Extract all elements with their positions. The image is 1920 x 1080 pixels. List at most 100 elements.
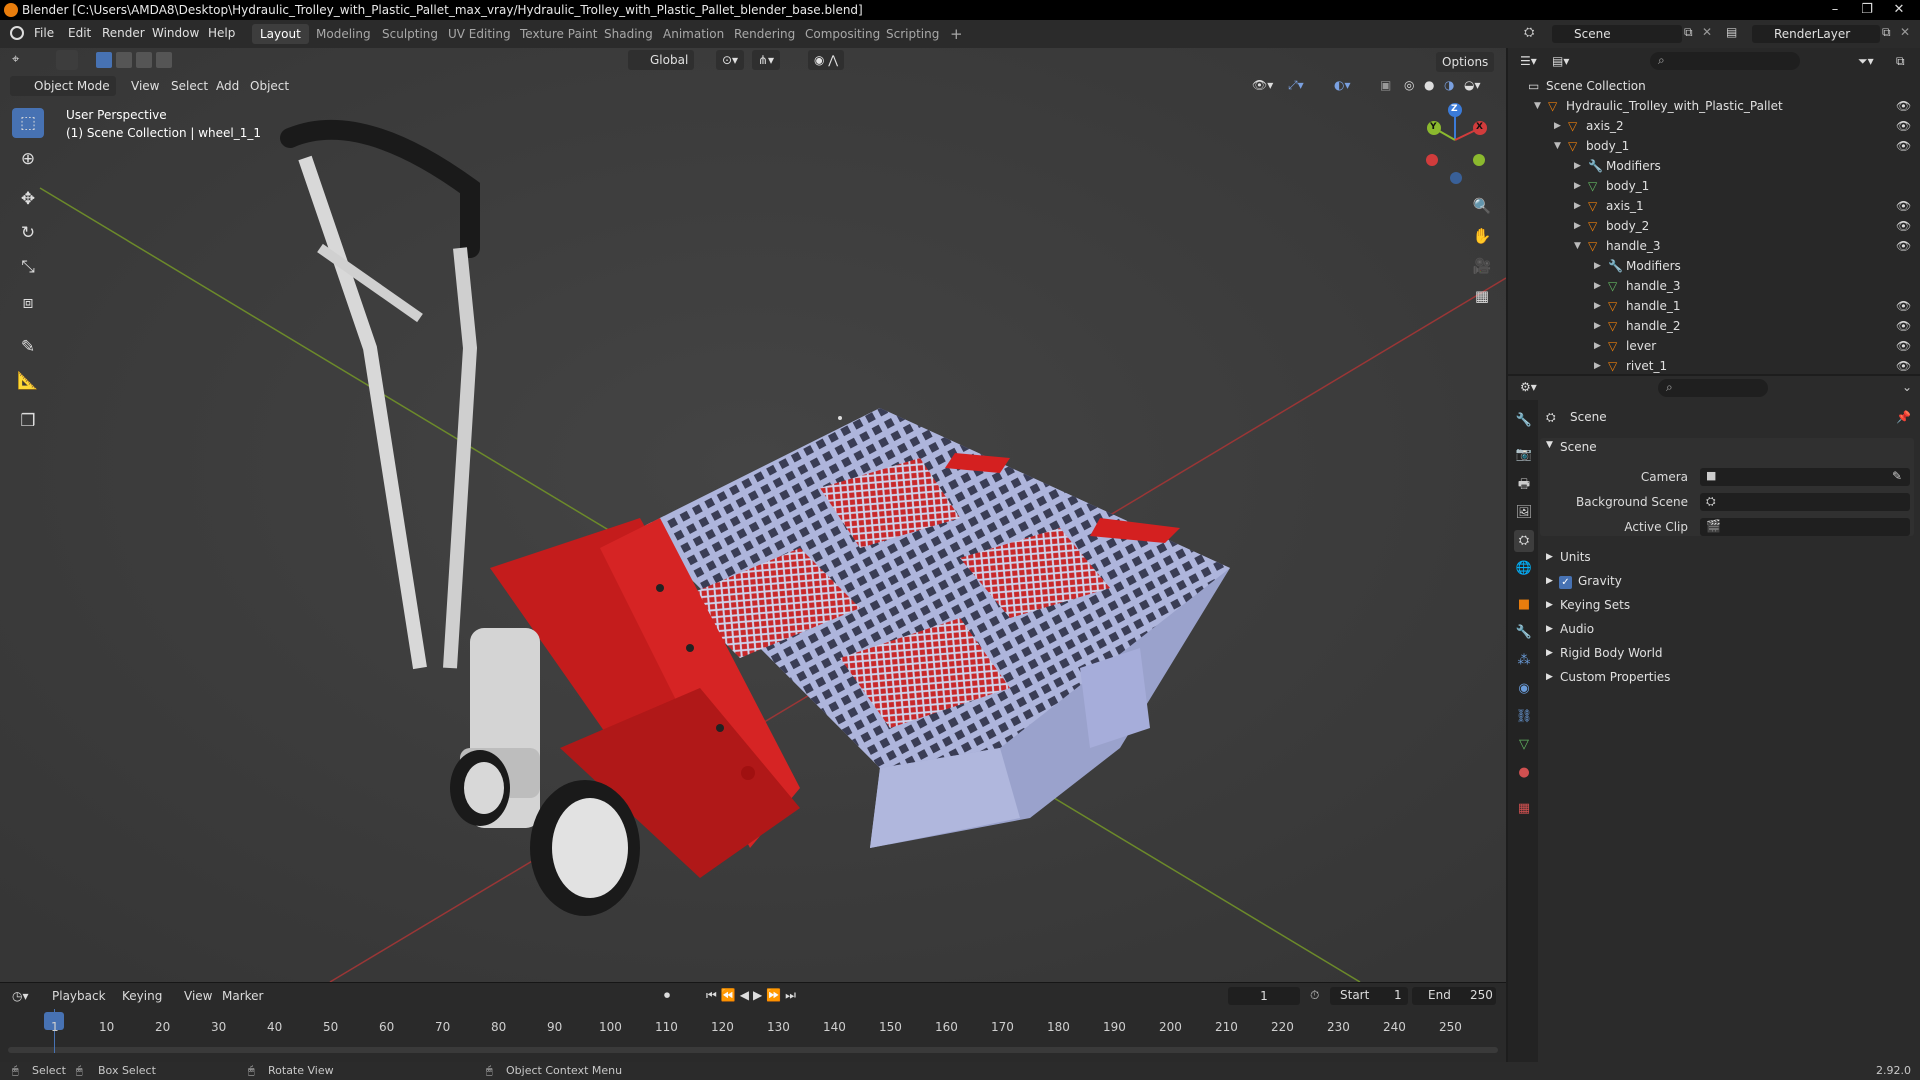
close-icon[interactable]: ✕ [1884,0,1914,20]
annotate-tool-icon[interactable]: ✎ [12,332,44,362]
tab-animation[interactable]: Animation [655,24,732,44]
pin-icon[interactable]: 📌 [1896,410,1911,424]
gizmo-toggle-icon[interactable]: ⤢▾ [1288,78,1304,93]
outliner-row[interactable]: ▶ ▽ body_1 [1508,176,1920,196]
timeline-editor-icon[interactable]: ◷▾ [12,989,29,1003]
select-tool-icon[interactable]: ⬚ [12,108,44,138]
scale-tool-icon[interactable]: ⤡ [12,252,44,282]
expand-right-icon[interactable]: ▶ [1574,156,1581,176]
tab-compositing[interactable]: Compositing [797,24,888,44]
tab-uv-editing[interactable]: UV Editing [440,24,519,44]
rigid-body-world-section[interactable]: Rigid Body World [1560,646,1663,660]
collapse-icon[interactable]: ▶ [1546,672,1553,682]
add-cube-tool-icon[interactable]: ❒ [12,406,44,436]
outliner-row[interactable]: ▶ ▽ handle_1 👁 [1508,296,1920,316]
select-subtract-icon[interactable] [136,52,152,68]
collapse-icon[interactable]: ▶ [1546,552,1553,562]
display-mode-icon[interactable]: ▤▾ [1552,54,1569,68]
scene-panel-title[interactable]: Scene [1560,440,1597,454]
expand-right-icon[interactable]: ▶ [1594,316,1601,336]
tab-scripting[interactable]: Scripting [878,24,947,44]
gravity-checkbox[interactable]: ✓ [1559,576,1572,589]
expand-right-icon[interactable]: ▶ [1574,216,1581,236]
measure-tool-icon[interactable]: 📐 [12,366,44,396]
texture-tab-icon[interactable]: ▦ [1514,798,1534,820]
timeline-scrollbar[interactable] [8,1047,1498,1053]
visibility-eye-icon[interactable]: 👁 [1896,216,1911,236]
properties-editor-icon[interactable]: ⚙▾ [1520,380,1537,394]
solid-shading-icon[interactable]: ● [1424,78,1434,92]
filter-icon[interactable]: ⏷▾ [1858,54,1874,69]
expand-right-icon[interactable]: ▶ [1594,356,1601,376]
wireframe-shading-icon[interactable]: ◎ [1404,78,1414,92]
visibility-eye-icon[interactable]: 👁 [1896,96,1911,116]
zoom-icon[interactable]: 🔍 [1468,192,1496,220]
custom-properties-section[interactable]: Custom Properties [1560,670,1670,684]
tab-sculpting[interactable]: Sculpting [374,24,446,44]
expand-down-icon[interactable]: ▼ [1534,96,1541,116]
tab-shading[interactable]: Shading [596,24,661,44]
camera-view-icon[interactable]: 🎥 [1468,252,1496,280]
visibility-eye-icon[interactable]: 👁 [1896,356,1911,376]
menu-view-timeline[interactable]: View [184,989,212,1003]
expand-right-icon[interactable]: ▶ [1574,196,1581,216]
menu-keying[interactable]: Keying [122,989,162,1003]
visibility-eye-icon[interactable]: 👁 [1896,296,1911,316]
data-tab-icon[interactable]: ▽ [1514,734,1534,756]
menu-file[interactable]: File [34,26,54,40]
outliner-row[interactable]: ▼ ▽ handle_3 👁 [1508,236,1920,256]
move-tool-icon[interactable]: ✥ [12,184,44,214]
visibility-eye-icon[interactable]: 👁 [1896,336,1911,356]
outliner-row[interactable]: ▶ ▽ handle_3 [1508,276,1920,296]
collapse-icon[interactable]: ▶ [1546,624,1553,634]
constraints-tab-icon[interactable]: ⛓ [1514,706,1534,728]
visibility-eye-icon[interactable]: 👁 [1896,116,1911,136]
transform-orientation-dropdown[interactable]: Global [628,50,695,70]
menu-view[interactable]: View [131,79,159,93]
new-scene-icon[interactable]: ⧉ [1684,25,1693,40]
perspective-grid-icon[interactable]: ▦ [1468,282,1496,310]
object-mode-dropdown[interactable]: Object Mode [10,76,116,96]
playback-controls-icon[interactable]: ⏮⏪◀▶⏩⏭ [706,988,800,1003]
expand-right-icon[interactable]: ▶ [1554,116,1561,136]
outliner-row[interactable]: ▭ Scene Collection [1508,76,1920,96]
visibility-eye-icon[interactable]: 👁 [1896,236,1911,256]
outliner-row[interactable]: ▶ ▽ axis_2 👁 [1508,116,1920,136]
start-frame-field[interactable]: Start 1 [1330,987,1408,1005]
editor-type-icon[interactable]: ⌖ [12,52,19,67]
menu-select[interactable]: Select [171,79,208,93]
xray-icon[interactable]: ▣ [1380,78,1391,92]
units-section[interactable]: Units [1560,550,1591,564]
expand-right-icon[interactable]: ▶ [1594,276,1601,296]
visibility-eye-icon[interactable]: 👁 [1896,136,1911,156]
record-icon[interactable]: ⏺ [664,988,670,1003]
minimize-icon[interactable]: – [1820,0,1850,20]
expand-right-icon[interactable]: ▶ [1574,176,1581,196]
active-clip-field[interactable]: 🎬 [1700,518,1910,536]
rendered-shading-icon[interactable]: ◒▾ [1464,78,1481,92]
outliner-row[interactable]: ▶ ▽ body_2 👁 [1508,216,1920,236]
material-shading-icon[interactable]: ◑ [1444,78,1454,92]
outliner-panel[interactable]: ☰▾ ▤▾ ⌕ ⏷▾ ⧉ ▭ Scene Collection ▼ ▽ Hydrauli… [1508,48,1920,374]
delete-scene-icon[interactable]: ✕ [1702,25,1712,39]
outliner-row[interactable]: ▶ ▽ handle_2 👁 [1508,316,1920,336]
rotate-tool-icon[interactable]: ↻ [12,218,44,248]
world-tab-icon[interactable]: 🌐 [1514,558,1534,580]
render-layer-field[interactable]: RenderLayer [1752,25,1880,43]
audio-section[interactable]: Audio [1560,622,1594,636]
menu-add[interactable]: Add [216,79,239,93]
visibility-eye-icon[interactable]: 👁 [1896,196,1911,216]
expand-right-icon[interactable]: ▶ [1594,296,1601,316]
blender-menu-icon[interactable] [10,26,24,40]
expand-right-icon[interactable]: ▶ [1594,336,1601,356]
modifier-tab-icon[interactable]: 🔧 [1514,622,1534,644]
options-dropdown[interactable]: Options [1436,52,1495,72]
3d-viewport[interactable]: Z Y X [0,48,1506,982]
preview-range-icon[interactable]: ⏱ [1310,988,1319,1003]
outliner-editor-icon[interactable]: ☰▾ [1520,54,1537,68]
expand-down-icon[interactable]: ▼ [1574,236,1581,256]
eyedropper-icon[interactable]: ✎ [1892,469,1902,483]
current-frame-field[interactable]: 1 [1228,987,1300,1005]
outliner-tree[interactable]: ▭ Scene Collection ▼ ▽ Hydraulic_Trolley_wit… [1508,76,1920,374]
menu-render[interactable]: Render [102,26,145,40]
